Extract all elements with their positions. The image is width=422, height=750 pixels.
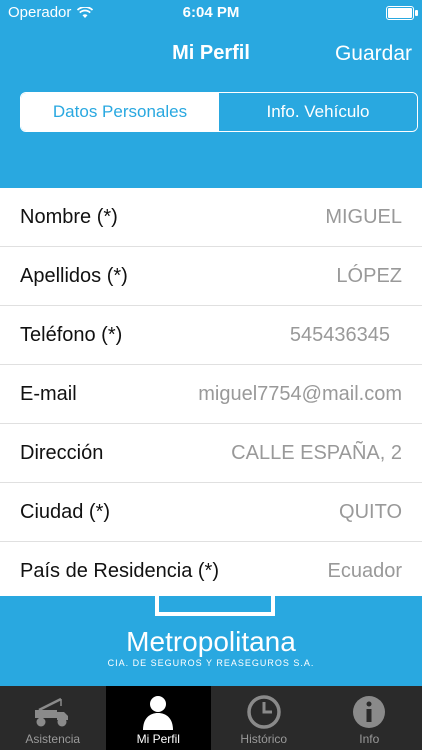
segment-vehicle-info[interactable]: Info. Vehículo: [219, 93, 417, 131]
field-label: Ciudad (*): [20, 501, 111, 523]
section-spacer: [0, 140, 422, 188]
tab-bar: Asistencia Mi Perfil Histórico Info: [0, 686, 422, 750]
profile-form: Nombre (*) MIGUEL Apellidos (*) LÓPEZ Te…: [0, 188, 422, 600]
nav-bar: Mi Perfil Guardar: [0, 26, 422, 84]
form-row-address[interactable]: Dirección CALLE ESPAÑA, 2: [0, 424, 422, 483]
form-row-name[interactable]: Nombre (*) MIGUEL: [0, 188, 422, 247]
status-bar: Operador 6:04 PM: [0, 0, 422, 26]
country-field[interactable]: Ecuador: [328, 542, 403, 600]
form-row-country[interactable]: País de Residencia (*) Ecuador: [0, 542, 422, 600]
field-label: País de Residencia (*): [20, 560, 219, 582]
battery-icon: [386, 6, 418, 20]
address-field[interactable]: CALLE ESPAÑA, 2: [231, 424, 402, 482]
form-row-phone[interactable]: Teléfono (*) 545436345: [0, 306, 422, 365]
brand-name: Metropolitana: [126, 626, 296, 657]
field-label: Nombre (*): [20, 206, 118, 228]
tab-label: Histórico: [240, 732, 288, 746]
status-time: 6:04 PM: [182, 4, 240, 21]
field-label: Teléfono (*): [20, 324, 123, 346]
brand-logo-mark: [155, 596, 275, 616]
segmented-control: Datos Personales Info. Vehículo: [20, 92, 418, 132]
tow-truck-icon: [34, 697, 68, 727]
field-label: Apellidos (*): [20, 265, 128, 287]
person-icon: [143, 696, 174, 730]
form-row-city[interactable]: Ciudad (*) QUITO: [0, 483, 422, 542]
tab-label: Info: [359, 732, 380, 746]
field-label: Dirección: [20, 442, 104, 464]
form-row-surname[interactable]: Apellidos (*) LÓPEZ: [0, 247, 422, 306]
tab-label: Asistencia: [25, 732, 81, 746]
phone-field[interactable]: 545436345: [290, 306, 390, 364]
name-field[interactable]: MIGUEL: [325, 188, 402, 246]
brand-banner: Metropolitana CIA. DE SEGUROS Y REASEGUR…: [0, 596, 422, 686]
city-field[interactable]: QUITO: [339, 483, 402, 541]
tab-info[interactable]: Info: [317, 686, 422, 750]
segment-personal-data[interactable]: Datos Personales: [21, 93, 219, 131]
form-row-email[interactable]: E-mail miguel7754@mail.com: [0, 365, 422, 424]
email-field[interactable]: miguel7754@mail.com: [198, 365, 402, 423]
tab-assistance[interactable]: Asistencia: [0, 686, 106, 750]
save-button[interactable]: Guardar: [335, 42, 412, 66]
tab-label: Mi Perfil: [136, 732, 180, 746]
tab-history[interactable]: Histórico: [211, 686, 317, 750]
clock-icon: [247, 695, 281, 729]
field-label: E-mail: [20, 383, 77, 405]
tab-my-profile[interactable]: Mi Perfil: [105, 686, 211, 750]
surname-field[interactable]: LÓPEZ: [336, 247, 402, 305]
brand-tagline: CIA. DE SEGUROS Y REASEGUROS S.A.: [107, 658, 315, 668]
info-icon: [353, 696, 386, 728]
